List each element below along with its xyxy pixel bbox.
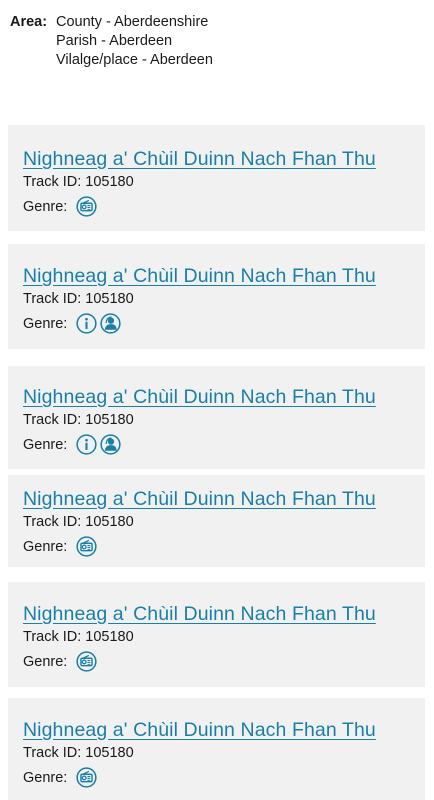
track-title-link[interactable]: Nighneag a' Chùil Duinn Nach Fhan Thu: [23, 264, 376, 288]
track-card: Nighneag a' Chùil Duinn Nach Fhan Thu Tr…: [8, 366, 425, 469]
genre-row: Genre:: [23, 767, 425, 788]
track-id: Track ID: 105180: [23, 629, 134, 645]
genre-label: Genre:: [23, 315, 68, 332]
radio-icon[interactable]: [76, 767, 97, 788]
person-icon[interactable]: [100, 434, 121, 455]
area-label: Area:: [10, 14, 48, 30]
area-parish: Parish - Aberdeen: [56, 33, 173, 49]
info-icon[interactable]: [76, 313, 97, 334]
person-icon[interactable]: [100, 313, 121, 334]
track-id: Track ID: 105180: [23, 745, 134, 761]
radio-icon[interactable]: [76, 196, 97, 217]
genre-row: Genre:: [23, 651, 425, 672]
track-title-link[interactable]: Nighneag a' Chùil Duinn Nach Fhan Thu: [23, 385, 376, 409]
track-title-link[interactable]: Nighneag a' Chùil Duinn Nach Fhan Thu: [23, 147, 376, 171]
track-id: Track ID: 105180: [23, 174, 134, 190]
genre-row: Genre:: [23, 313, 425, 334]
track-card: Nighneag a' Chùil Duinn Nach Fhan Thu Tr…: [8, 475, 425, 567]
track-card: Nighneag a' Chùil Duinn Nach Fhan Thu Tr…: [8, 244, 425, 349]
area-block: Area: County - Aberdeenshire Parish - Ab…: [10, 13, 213, 70]
radio-icon[interactable]: [76, 536, 97, 557]
genre-label: Genre:: [23, 198, 68, 215]
info-icon[interactable]: [76, 434, 97, 455]
area-village: Vilalge/place - Aberdeen: [56, 52, 213, 68]
track-id: Track ID: 105180: [23, 412, 134, 428]
track-title-link[interactable]: Nighneag a' Chùil Duinn Nach Fhan Thu: [23, 718, 376, 742]
track-id: Track ID: 105180: [23, 514, 134, 530]
genre-row: Genre:: [23, 434, 425, 455]
area-county: County - Aberdeenshire: [56, 14, 209, 30]
genre-row: Genre:: [23, 536, 425, 557]
genre-label: Genre:: [23, 653, 68, 670]
track-title-link[interactable]: Nighneag a' Chùil Duinn Nach Fhan Thu: [23, 487, 376, 511]
radio-icon[interactable]: [76, 651, 97, 672]
track-title-link[interactable]: Nighneag a' Chùil Duinn Nach Fhan Thu: [23, 602, 376, 626]
genre-label: Genre:: [23, 436, 68, 453]
genre-label: Genre:: [23, 538, 68, 555]
track-card: Nighneag a' Chùil Duinn Nach Fhan Thu Tr…: [8, 698, 425, 800]
track-card: Nighneag a' Chùil Duinn Nach Fhan Thu Tr…: [8, 582, 425, 687]
genre-label: Genre:: [23, 769, 68, 786]
track-card: Nighneag a' Chùil Duinn Nach Fhan Thu Tr…: [8, 125, 425, 231]
genre-row: Genre:: [23, 196, 425, 217]
track-id: Track ID: 105180: [23, 291, 134, 307]
